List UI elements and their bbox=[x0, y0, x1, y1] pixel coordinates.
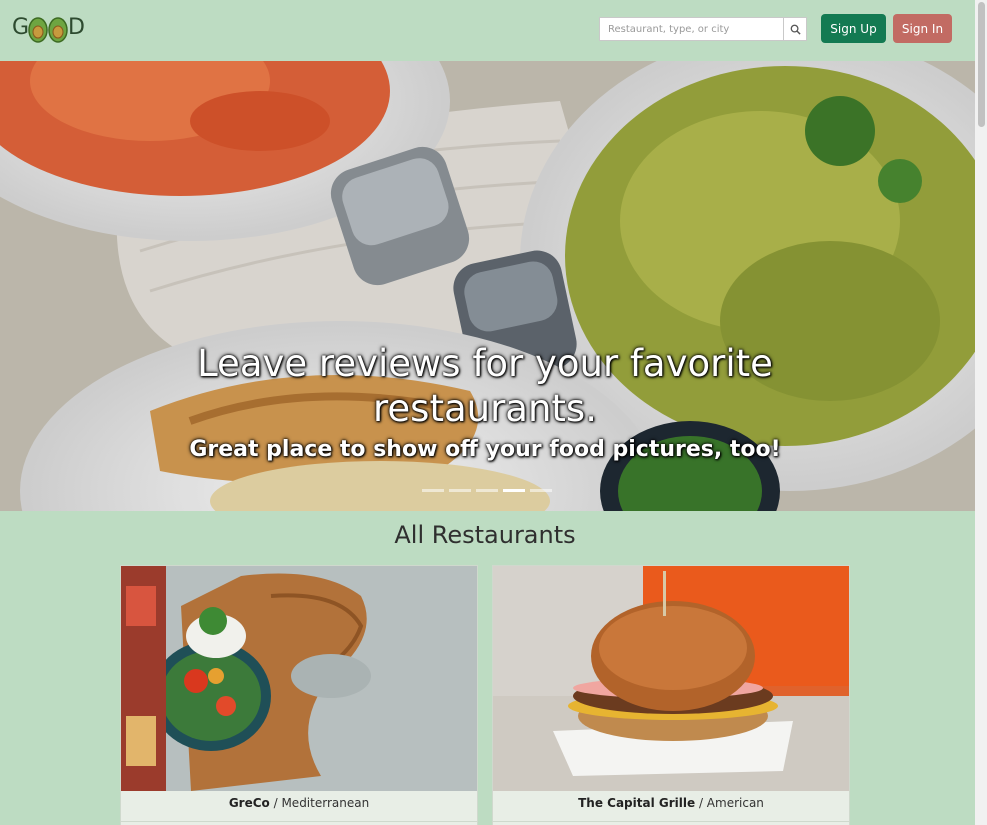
section-title: All Restaurants bbox=[394, 521, 576, 549]
hero-subtitle: Great place to show off your food pictur… bbox=[189, 437, 781, 462]
restaurant-caption: GreCo / Mediterranean bbox=[228, 796, 370, 810]
carousel-indicator[interactable] bbox=[503, 489, 525, 492]
avocado-icon bbox=[48, 17, 68, 43]
scrollbar-thumb[interactable] bbox=[978, 2, 985, 127]
search-bar bbox=[599, 17, 808, 41]
sign-in-button[interactable]: Sign In bbox=[893, 14, 952, 43]
logo-letter-g: G bbox=[12, 15, 30, 40]
restaurant-name[interactable]: GreCo bbox=[229, 796, 270, 810]
search-input[interactable] bbox=[599, 17, 784, 41]
carousel-indicator[interactable] bbox=[530, 489, 552, 492]
restaurant-card[interactable]: GreCo / Mediterranean bbox=[120, 565, 478, 825]
hero-title: Leave reviews for your favorite restaura… bbox=[197, 342, 773, 430]
restaurant-cuisine: American bbox=[706, 796, 764, 810]
avocado-icon bbox=[28, 17, 48, 43]
scrollbar[interactable] bbox=[975, 0, 987, 825]
restaurant-image bbox=[493, 566, 849, 791]
page: G D Sign Up Sign In bbox=[0, 0, 975, 825]
restaurant-caption: The Capital Grille / American bbox=[578, 796, 764, 810]
search-button[interactable] bbox=[783, 17, 807, 41]
sign-up-button[interactable]: Sign Up bbox=[821, 14, 886, 43]
hero-carousel[interactable]: Leave reviews for your favorite restaura… bbox=[0, 61, 975, 511]
carousel-indicator[interactable] bbox=[422, 489, 444, 492]
logo-letter-d: D bbox=[68, 15, 85, 40]
card-divider bbox=[121, 821, 477, 822]
carousel-indicators bbox=[422, 489, 552, 493]
carousel-indicator[interactable] bbox=[476, 489, 498, 492]
carousel-indicator[interactable] bbox=[449, 489, 471, 492]
card-divider bbox=[493, 821, 849, 822]
restaurant-cuisine: Mediterranean bbox=[281, 796, 370, 810]
logo[interactable]: G D bbox=[12, 13, 88, 45]
restaurant-card[interactable]: The Capital Grille / American bbox=[492, 565, 850, 825]
search-icon bbox=[790, 24, 801, 35]
restaurant-name[interactable]: The Capital Grille bbox=[578, 796, 695, 810]
restaurant-image bbox=[121, 566, 477, 791]
navbar: G D Sign Up Sign In bbox=[0, 0, 975, 61]
